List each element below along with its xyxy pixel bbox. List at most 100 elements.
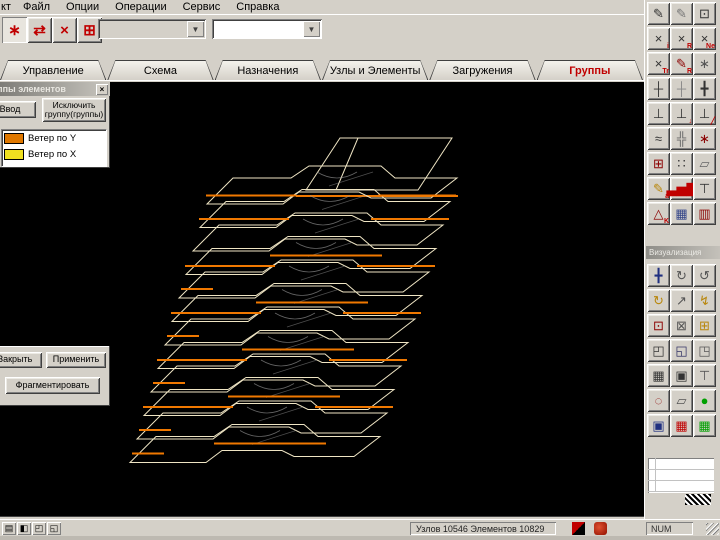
right-toolbar-button[interactable]: ◳ xyxy=(693,339,716,362)
tool-icon: ✎ xyxy=(676,57,687,70)
right-toolbar-button[interactable]: ↻ xyxy=(647,289,670,312)
tab-узлы-и-элементы[interactable]: Узлы и Элементы xyxy=(322,60,428,80)
tab-управление[interactable]: Управление xyxy=(0,60,106,80)
right-toolbar-button[interactable]: ↗ xyxy=(670,289,693,312)
menu-item-опции[interactable]: Опции xyxy=(58,1,107,13)
tool-icon: ▦ xyxy=(652,369,664,382)
right-toolbar-button[interactable]: ● xyxy=(693,389,716,412)
right-toolbar-button[interactable]: ✎ xyxy=(670,2,693,25)
fragment-button[interactable]: Фрагментировать xyxy=(5,377,100,394)
tool-icon: ╬ xyxy=(677,132,686,145)
right-toolbar-button[interactable]: ▦ xyxy=(670,202,693,225)
right-toolbar-button[interactable]: ×i xyxy=(647,27,670,50)
right-toolbar-button[interactable]: ⊞ xyxy=(647,152,670,175)
right-toolbar-button[interactable]: ⊥ xyxy=(647,102,670,125)
right-toolbar-button[interactable]: ⊤ xyxy=(693,177,716,200)
tab-загружения[interactable]: Загружения xyxy=(429,60,535,80)
right-toolbar-button[interactable]: ◰ xyxy=(647,339,670,362)
right-toolbar-button[interactable]: ∷ xyxy=(670,152,693,175)
close-icon[interactable]: × xyxy=(96,84,108,95)
right-toolbar-button[interactable]: ▣ xyxy=(647,414,670,437)
right-toolbar-button[interactable]: ▱ xyxy=(670,389,693,412)
group-select-combo[interactable]: ▼ xyxy=(98,19,206,39)
groups-dialog-titlebar[interactable]: Группы элементов xyxy=(0,82,110,96)
window-bottom-edge xyxy=(0,536,720,540)
select-filter-button[interactable]: ∗ xyxy=(2,17,27,43)
right-toolbar-button[interactable]: ∗ xyxy=(693,52,716,75)
right-toolbar-button[interactable]: △K xyxy=(647,202,670,225)
groups-list[interactable]: Ветер по YВетер по X xyxy=(1,129,107,167)
right-toolbar-button[interactable]: ⊡ xyxy=(693,2,716,25)
right-toolbar-button[interactable]: ▃▅▇ xyxy=(670,177,693,200)
tool-icon: ↺ xyxy=(699,269,710,282)
chevron-down-icon[interactable]: ▼ xyxy=(303,21,320,37)
menu-item-partial[interactable]: кт xyxy=(0,1,15,13)
right-toolbar-button[interactable]: ⊥↓ xyxy=(670,102,693,125)
right-toolbar-button[interactable]: ▦ xyxy=(647,364,670,387)
close-button[interactable]: Закрыть xyxy=(0,352,42,368)
group-color-swatch xyxy=(4,133,24,144)
right-toolbar-button[interactable]: ╋ xyxy=(647,264,670,287)
statusbar-view-button[interactable]: ◧ xyxy=(17,522,31,535)
visualization-caption[interactable]: Визуализация xyxy=(646,246,720,259)
right-toolbar-button[interactable]: ▣ xyxy=(670,364,693,387)
right-toolbar-button[interactable]: ┼ xyxy=(647,77,670,100)
group-select-combo-field[interactable] xyxy=(98,19,187,39)
restore-selection-button[interactable]: ⇄ xyxy=(27,17,52,43)
exclude-group-button[interactable]: Исключить группу(группы) xyxy=(42,98,106,122)
right-toolbar-button[interactable]: ▦ xyxy=(693,414,716,437)
right-toolbar-button[interactable]: ⊡ xyxy=(647,314,670,337)
statusbar-view-button[interactable]: ◰ xyxy=(32,522,46,535)
menu-item-операции[interactable]: Операции xyxy=(107,1,174,13)
right-toolbar-button[interactable]: ✎R xyxy=(670,52,693,75)
right-toolbar-button[interactable]: ≈ xyxy=(647,127,670,150)
right-toolbar-button[interactable]: ┼ xyxy=(670,77,693,100)
status-alert-icon xyxy=(594,522,607,535)
tool-icon: ◰ xyxy=(652,344,664,357)
right-toolbar-button[interactable]: ×R xyxy=(670,27,693,50)
list-select-combo[interactable]: ▼ xyxy=(212,19,322,39)
right-toolbar-button[interactable]: ▦ xyxy=(670,414,693,437)
tool-icon: ╋ xyxy=(701,82,709,95)
tool-icon: ┼ xyxy=(677,82,686,95)
right-toolbar-button[interactable]: ∗ xyxy=(693,127,716,150)
right-toolbar-button[interactable]: ▱ xyxy=(693,152,716,175)
tab-bar: УправлениеСхемаНазначенияУзлы и Элементы… xyxy=(0,58,644,80)
right-toolbar-button[interactable]: ↺ xyxy=(693,264,716,287)
group-list-item[interactable]: Ветер по Y xyxy=(2,130,106,146)
right-toolbar-button[interactable]: ⊥╱ xyxy=(693,102,716,125)
menu-item-справка[interactable]: Справка xyxy=(228,1,287,13)
right-toolbar-button[interactable]: ╬ xyxy=(670,127,693,150)
right-toolbar-button[interactable]: ▥ xyxy=(693,202,716,225)
right-toolbar-button[interactable]: ⊠ xyxy=(670,314,693,337)
right-toolbar-button[interactable]: ↯ xyxy=(693,289,716,312)
statusbar-view-button[interactable]: ◱ xyxy=(47,522,61,535)
tab-назначения[interactable]: Назначения xyxy=(215,60,321,80)
apply-button[interactable]: Применить xyxy=(46,352,106,368)
tab-схема[interactable]: Схема xyxy=(107,60,213,80)
right-toolbar-button[interactable]: ╋ xyxy=(693,77,716,100)
right-toolbar-button[interactable]: ⊞ xyxy=(693,314,716,337)
right-toolbar-button[interactable]: ⊤ xyxy=(693,364,716,387)
statusbar-view-button[interactable]: ▤ xyxy=(2,522,16,535)
right-toolbar-button[interactable]: ×Tr xyxy=(647,52,670,75)
right-toolbar-button[interactable]: ×Ne xyxy=(693,27,716,50)
group-list-item[interactable]: Ветер по X xyxy=(2,146,106,162)
tool-icon: ⊞ xyxy=(699,319,710,332)
right-toolbar-button[interactable]: ↻ xyxy=(670,264,693,287)
tab-группы[interactable]: Группы xyxy=(537,60,643,80)
wireframe-floor xyxy=(186,237,436,275)
right-toolbar-button[interactable]: ◌ xyxy=(647,389,670,412)
right-toolbar-button[interactable]: ◱ xyxy=(670,339,693,362)
tool-icon: ⊞ xyxy=(653,157,664,170)
cancel-selection-button[interactable]: × xyxy=(52,17,77,43)
chevron-down-icon[interactable]: ▼ xyxy=(187,21,204,37)
right-toolbar-button[interactable]: ✎ xyxy=(647,2,670,25)
tool-icon: ▦ xyxy=(698,419,710,432)
menu-item-файл[interactable]: Файл xyxy=(15,1,58,13)
enter-group-button[interactable]: Ввод xyxy=(0,101,36,118)
menu-item-сервис[interactable]: Сервис xyxy=(175,1,229,13)
list-select-combo-field[interactable] xyxy=(212,19,303,39)
resize-grip[interactable] xyxy=(706,523,719,535)
tool-icon: ↻ xyxy=(676,269,687,282)
